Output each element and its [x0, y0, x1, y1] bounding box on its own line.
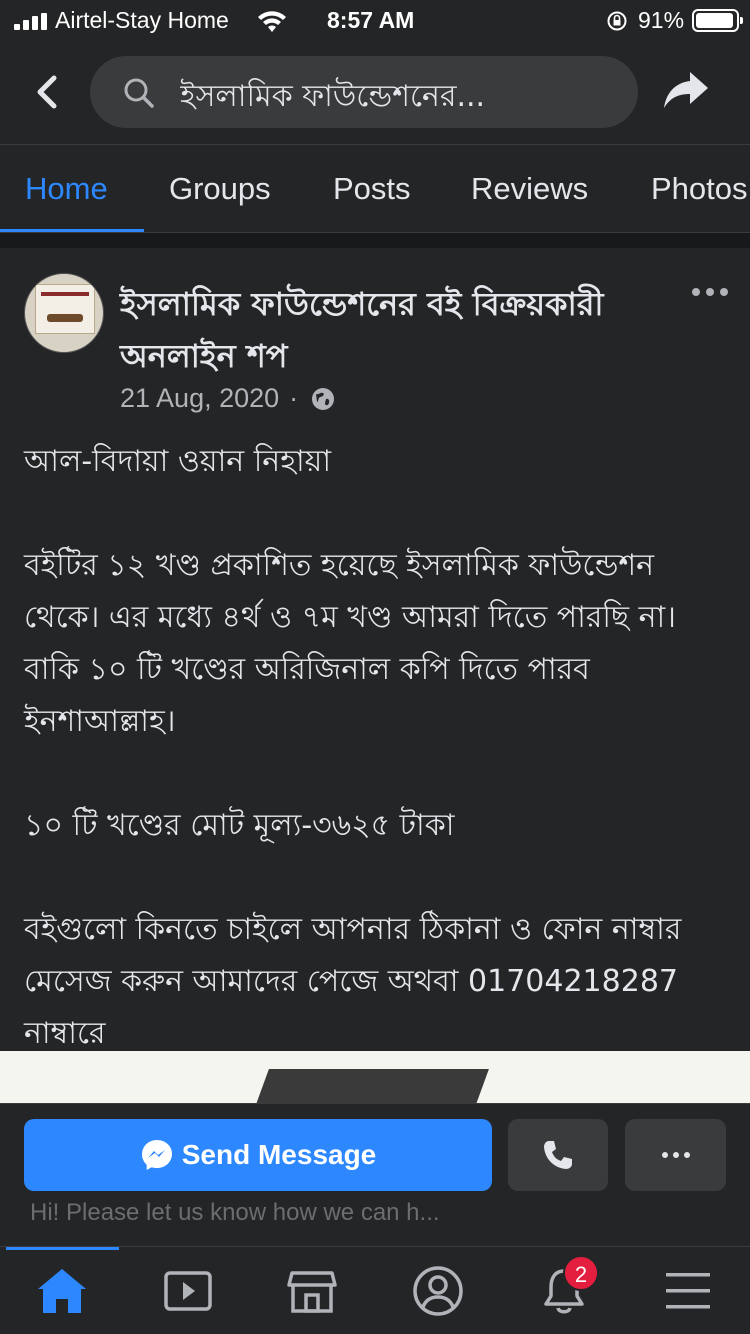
page-name[interactable]: ইসলামিক ফাউন্ডেশনের বই বিক্রয়কারী অনলাই…: [120, 278, 660, 382]
post-paragraph: আল-বিদায়া ওয়ান নিহায়া: [24, 444, 332, 479]
more-actions-button[interactable]: [625, 1119, 726, 1191]
battery-icon: [692, 9, 743, 32]
orientation-lock-icon: [607, 11, 627, 31]
signal-icon: [14, 13, 48, 30]
menu-icon[interactable]: [660, 1263, 716, 1319]
bottom-navigation: 2: [0, 1246, 750, 1334]
messenger-icon: [141, 1140, 172, 1170]
page-tabs: Home Groups Posts Reviews Photos: [0, 144, 750, 232]
marketplace-icon[interactable]: [284, 1263, 340, 1319]
search-icon: [124, 78, 154, 108]
post-photo[interactable]: [0, 1051, 750, 1103]
tab-reviews[interactable]: Reviews: [471, 171, 588, 207]
wifi-icon: [258, 11, 286, 32]
tab-groups[interactable]: Groups: [169, 171, 271, 207]
share-icon[interactable]: [660, 66, 712, 114]
home-icon[interactable]: [34, 1263, 90, 1319]
tab-photos[interactable]: Photos: [651, 171, 748, 207]
section-divider: [0, 232, 750, 248]
post-paragraph: বইটির ১২ খণ্ড প্রকাশিত হয়েছে ইসলামিক ফা…: [24, 548, 676, 739]
tab-home[interactable]: Home: [25, 171, 108, 207]
meta-separator: ·: [289, 383, 299, 413]
page-avatar[interactable]: [24, 273, 104, 353]
watch-icon[interactable]: [160, 1263, 216, 1319]
send-message-button[interactable]: Send Message: [24, 1119, 492, 1191]
tab-posts[interactable]: Posts: [333, 171, 411, 207]
clock: 8:57 AM: [327, 7, 415, 33]
message-hint[interactable]: Hi! Please let us know how we can h...: [30, 1199, 440, 1227]
battery-percentage: 91%: [638, 7, 685, 33]
back-arrow-icon[interactable]: [28, 68, 68, 116]
search-text: ইসলামিক ফাউন্ডেশনের...: [180, 79, 486, 114]
phone-icon: [544, 1141, 572, 1169]
call-button[interactable]: [508, 1119, 608, 1191]
active-nav-indicator: [6, 1247, 119, 1250]
profile-icon[interactable]: [410, 1263, 466, 1319]
send-message-label: Send Message: [181, 1139, 377, 1170]
post-text: আল-বিদায়া ওয়ান নিহায়া বইটির ১২ খণ্ড প…: [24, 436, 724, 1060]
post-more-options-icon[interactable]: [690, 288, 730, 302]
post-meta: 21 Aug, 2020 ·: [120, 383, 336, 414]
top-navigation: ইসলামিক ফাউন্ডেশনের...: [0, 42, 750, 144]
post-paragraph: বইগুলো কিনতে চাইলে আপনার ঠিকানা ও ফোন না…: [24, 912, 682, 1051]
post-date[interactable]: 21 Aug, 2020: [120, 383, 279, 414]
post-card: ইসলামিক ফাউন্ডেশনের বই বিক্রয়কারী অনলাই…: [0, 248, 750, 1103]
post-paragraph: ১০ টি খণ্ডের মোট মূল্য-৩৬২৫ টাকা: [24, 808, 455, 843]
carrier-name: Airtel-Stay Home: [55, 7, 229, 33]
notification-badge: 2: [563, 1255, 599, 1291]
page-action-bar: Send Message Hi! Please let us know how …: [0, 1103, 750, 1246]
search-input[interactable]: ইসলামিক ফাউন্ডেশনের...: [90, 56, 638, 128]
globe-icon: [312, 387, 335, 410]
status-bar: Airtel-Stay Home 8:57 AM 91%: [0, 0, 750, 42]
